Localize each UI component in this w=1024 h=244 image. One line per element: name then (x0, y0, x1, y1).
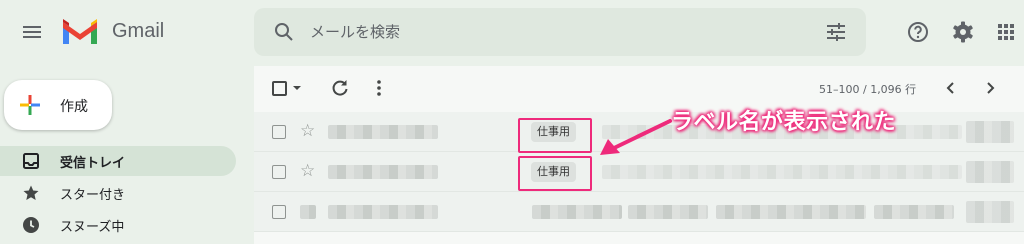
search-input[interactable] (310, 18, 810, 46)
blurred-sender (328, 165, 438, 179)
star-outline-icon[interactable]: ☆ (300, 121, 315, 141)
inbox-icon (23, 153, 39, 169)
sidebar-item-label: スヌーズ中 (60, 220, 125, 235)
blurred-sender (328, 205, 438, 219)
blurred-date (966, 121, 1014, 143)
email-row[interactable] (254, 192, 1024, 232)
sidebar-item-label: スター付き (60, 188, 126, 203)
pagination-info: 51–100 / 1,096 行 (819, 83, 917, 96)
app-name: Gmail (112, 20, 165, 42)
blurred-subject (532, 205, 622, 219)
blurred-subject (602, 165, 962, 179)
row-checkbox[interactable] (272, 165, 286, 179)
menu-icon[interactable] (20, 20, 44, 44)
prev-page-icon[interactable] (943, 80, 959, 96)
plus-icon (20, 95, 40, 115)
gear-icon[interactable] (951, 20, 975, 44)
blurred-date (966, 201, 1014, 223)
blurred-snippet (716, 205, 866, 219)
sidebar-item-starred[interactable]: スター付き (0, 178, 236, 208)
sidebar-item-inbox[interactable]: 受信トレイ (0, 146, 236, 176)
callout-arrow-icon (600, 119, 672, 155)
search-icon[interactable] (272, 20, 296, 44)
apps-icon[interactable] (994, 20, 1018, 44)
select-checkbox[interactable] (272, 81, 287, 96)
app-header: Gmail (0, 0, 1024, 64)
list-toolbar: 51–100 / 1,096 行 (254, 66, 1024, 112)
filter-icon[interactable] (824, 20, 848, 44)
callout-text: ラベル名が表示された (671, 110, 897, 135)
more-icon[interactable] (371, 78, 387, 98)
blurred-snippet (874, 205, 954, 219)
row-checkbox[interactable] (272, 125, 286, 139)
highlight-box (518, 156, 592, 191)
next-page-icon[interactable] (982, 80, 998, 96)
refresh-icon[interactable] (330, 78, 350, 98)
clock-icon (23, 217, 39, 233)
row-checkbox[interactable] (272, 205, 286, 219)
select-dropdown-icon[interactable] (292, 83, 302, 93)
sidebar-item-label: 受信トレイ (60, 156, 126, 171)
blurred-icon (300, 205, 316, 219)
gmail-logo[interactable] (60, 16, 100, 46)
highlight-box (518, 118, 592, 153)
blurred-date (966, 161, 1014, 183)
star-icon (23, 185, 39, 200)
compose-button[interactable]: 作成 (4, 80, 112, 130)
help-icon[interactable] (906, 20, 930, 44)
star-outline-icon[interactable]: ☆ (300, 161, 315, 181)
search-bar[interactable] (254, 8, 866, 56)
compose-label: 作成 (60, 99, 88, 115)
sidebar-item-snoozed[interactable]: スヌーズ中 (0, 210, 236, 240)
blurred-sender (328, 125, 438, 139)
blurred-subject (628, 205, 708, 219)
